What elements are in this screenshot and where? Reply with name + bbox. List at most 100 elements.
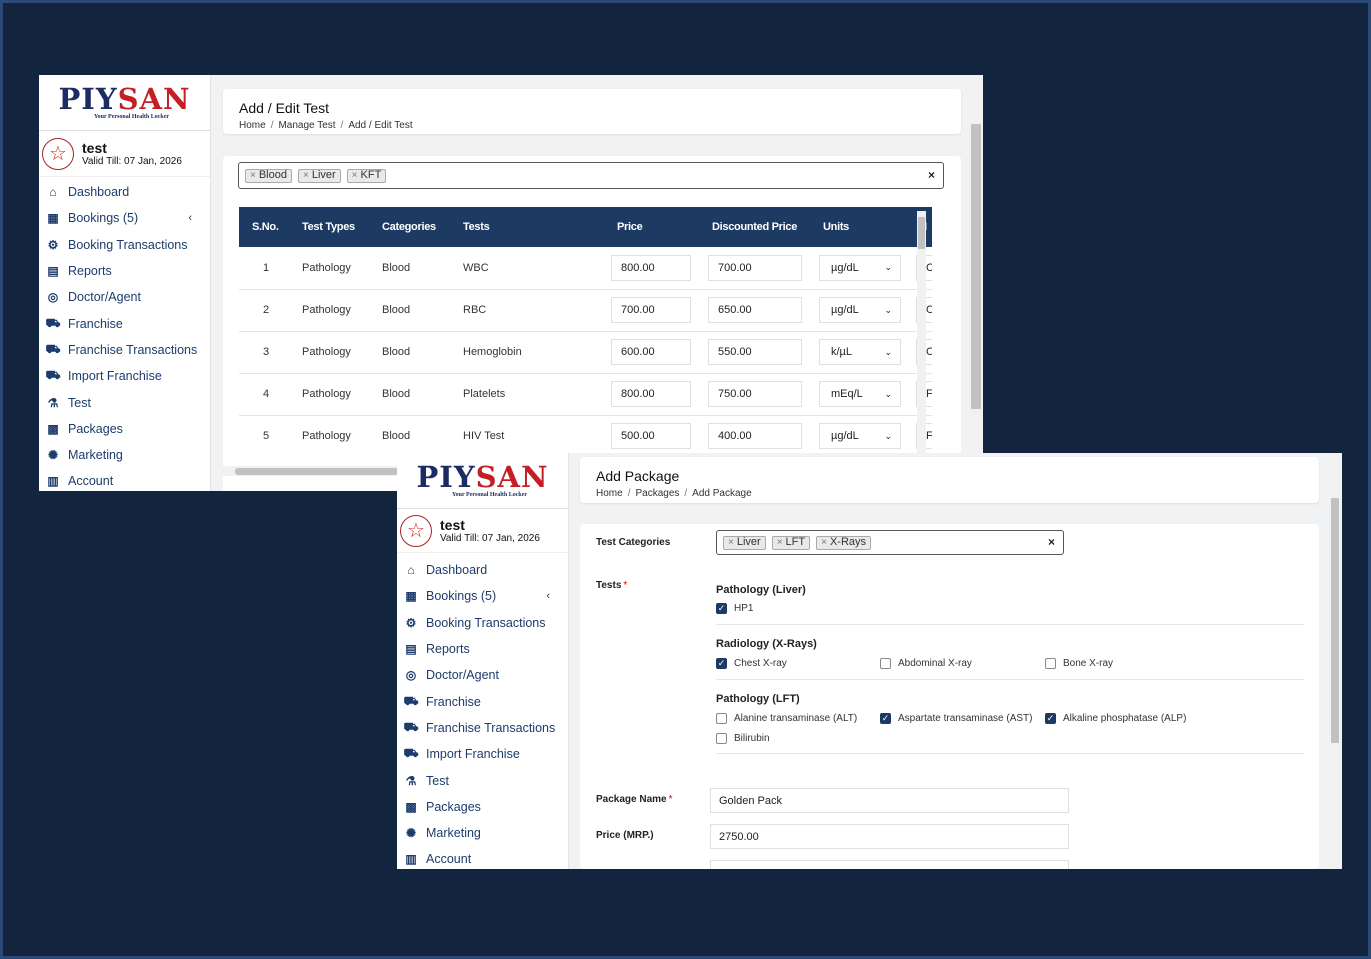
page-vertical-scrollbar[interactable]: [1330, 453, 1340, 869]
cell-test-type: Pathology: [302, 289, 382, 332]
sidebar-item-reports[interactable]: ▤ Reports: [397, 636, 568, 662]
marketing-icon: ✺: [47, 448, 59, 463]
table-row: 5 Pathology Blood HIV Test 500.00 400.00 µg/dL…: [239, 415, 932, 457]
remove-tag-icon[interactable]: ×: [728, 536, 734, 549]
col-price: Price: [611, 207, 708, 247]
unit-select[interactable]: k/µL ⌄: [819, 339, 901, 365]
category-tag[interactable]: × KFT: [346, 168, 387, 183]
sidebar-item-label: Doctor/Agent: [68, 290, 141, 305]
package-form-card: Test Categories × Liver × LFT × X-Rays × Te…: [580, 524, 1319, 869]
breadcrumb-home[interactable]: Home: [596, 488, 623, 499]
sidebar-item-dashboard[interactable]: ⌂ Dashboard: [39, 179, 210, 205]
sidebar-item-packages[interactable]: ▩ Packages: [397, 794, 568, 820]
table-row: 2 Pathology Blood RBC 700.00 650.00 µg/dL ⌄ C: [239, 289, 932, 332]
checkbox-ast[interactable]: ✓ Aspartate transaminase (AST): [880, 713, 1033, 724]
unit-select[interactable]: µg/dL ⌄: [819, 423, 901, 449]
clear-all-icon[interactable]: ×: [1048, 535, 1055, 549]
logo-tagline: Your Personal Health Locker: [451, 492, 528, 498]
sidebar-item-import-franchise[interactable]: ⛟ Import Franchise: [39, 363, 210, 389]
discounted-price-input[interactable]: 750.00: [708, 381, 802, 407]
sidebar-item-franchise[interactable]: ⛟ Franchise: [39, 310, 210, 336]
checkbox-checked-icon: ✓: [716, 603, 727, 614]
page-header: Add Package Home / Packages / Add Package: [580, 457, 1319, 503]
remove-tag-icon[interactable]: ×: [250, 169, 256, 182]
checkbox-chest-xray[interactable]: ✓ Chest X-ray: [716, 658, 787, 669]
col-test-types: Test Types: [302, 207, 382, 247]
category-tag[interactable]: × Liver: [723, 535, 766, 550]
remove-tag-icon[interactable]: ×: [777, 536, 783, 549]
checkbox-bilirubin[interactable]: Bilirubin: [716, 733, 770, 744]
price-input[interactable]: 2750.00: [710, 824, 1069, 849]
next-field-input[interactable]: [710, 860, 1069, 869]
logo-text-piy: PIY: [58, 82, 118, 116]
sidebar-item-franchise-transactions[interactable]: ⛟ Franchise Transactions: [39, 337, 210, 363]
test-table-card: × Blood × Liver × KFT × S.No. Test Types Ca…: [223, 156, 961, 491]
discounted-price-input[interactable]: 400.00: [708, 423, 802, 449]
cell-price: 500.00: [611, 415, 708, 457]
sidebar-item-bookings[interactable]: ▦ Bookings (5) ‹: [397, 583, 568, 609]
discounted-price-input[interactable]: 700.00: [708, 254, 802, 281]
discounted-price-input[interactable]: 550.00: [708, 339, 802, 365]
remove-tag-icon[interactable]: ×: [303, 169, 309, 182]
clear-all-icon[interactable]: ×: [928, 168, 935, 182]
price-input[interactable]: 600.00: [611, 339, 691, 365]
group-title-pathology-lft: Pathology (LFT): [716, 693, 800, 705]
sidebar-item-label: Account: [426, 852, 472, 867]
sidebar-item-packages[interactable]: ▩ Packages: [39, 416, 210, 442]
home-icon: ⌂: [49, 185, 57, 200]
price-input[interactable]: 500.00: [611, 423, 691, 449]
brand-logo[interactable]: PIYSAN Your Personal Health Locker: [39, 75, 210, 131]
sidebar-item-marketing[interactable]: ✺ Marketing: [397, 820, 568, 846]
discounted-price-input[interactable]: 650.00: [708, 297, 802, 323]
page-vertical-scrollbar[interactable]: [970, 89, 982, 491]
star-avatar-icon: ☆: [400, 514, 432, 547]
price-input[interactable]: 700.00: [611, 297, 691, 323]
breadcrumb-packages[interactable]: Packages: [635, 488, 679, 499]
checkbox-abdominal-xray[interactable]: Abdominal X-ray: [880, 658, 972, 669]
sidebar-item-account[interactable]: ▥ Account: [39, 468, 210, 491]
sidebar-item-bookings[interactable]: ▦ Bookings (5) ‹: [39, 205, 210, 231]
checkbox-alt[interactable]: Alanine transaminase (ALT): [716, 713, 857, 724]
unit-select[interactable]: mEq/L ⌄: [819, 381, 901, 407]
sidebar-item-franchise-transactions[interactable]: ⛟ Franchise Transactions: [397, 715, 568, 741]
cell-test-type: Pathology: [302, 247, 382, 290]
sidebar-item-reports[interactable]: ▤ Reports: [39, 258, 210, 284]
price-input[interactable]: 800.00: [611, 381, 691, 407]
cell-category: Blood: [382, 373, 463, 416]
category-multiselect[interactable]: × Blood × Liver × KFT ×: [238, 162, 944, 189]
breadcrumb-home[interactable]: Home: [239, 120, 266, 131]
category-tag[interactable]: × LFT: [771, 535, 811, 550]
cell-unit: µg/dL ⌄: [819, 289, 916, 332]
sidebar-item-booking-transactions[interactable]: ⚙ Booking Transactions: [397, 610, 568, 636]
checkbox-hp1[interactable]: ✓ HP1: [716, 603, 753, 614]
sidebar-item-test[interactable]: ⚗ Test: [397, 767, 568, 793]
sidebar-item-import-franchise[interactable]: ⛟ Import Franchise: [397, 741, 568, 767]
category-tag[interactable]: × X-Rays: [816, 535, 871, 550]
checkbox-bone-xray[interactable]: Bone X-ray: [1045, 658, 1113, 669]
brand-logo[interactable]: PIYSAN Your Personal Health Locker: [397, 453, 568, 509]
sidebar-item-dashboard[interactable]: ⌂ Dashboard: [397, 557, 568, 583]
sidebar-item-franchise[interactable]: ⛟ Franchise: [397, 688, 568, 714]
col-sno: S.No.: [239, 207, 302, 247]
unit-select[interactable]: µg/dL ⌄: [819, 297, 901, 323]
test-categories-multiselect[interactable]: × Liver × LFT × X-Rays ×: [716, 530, 1064, 555]
category-tag[interactable]: × Blood: [245, 168, 292, 183]
checkbox-alp[interactable]: ✓ Alkaline phosphatase (ALP): [1045, 713, 1186, 724]
breadcrumb-manage-test[interactable]: Manage Test: [278, 120, 335, 131]
category-tag[interactable]: × Liver: [297, 168, 341, 183]
table-vertical-scrollbar[interactable]: [917, 211, 926, 456]
sidebar-item-doctor-agent[interactable]: ◎ Doctor/Agent: [39, 284, 210, 310]
sidebar-item-test[interactable]: ⚗ Test: [39, 389, 210, 415]
sidebar-item-doctor-agent[interactable]: ◎ Doctor/Agent: [397, 662, 568, 688]
price-input[interactable]: 800.00: [611, 254, 691, 281]
table-horizontal-scrollbar[interactable]: [223, 466, 403, 476]
cell-test: HIV Test: [463, 415, 611, 457]
package-name-input[interactable]: Golden Pack: [710, 788, 1069, 813]
sidebar-item-label: Packages: [426, 799, 481, 814]
remove-tag-icon[interactable]: ×: [821, 536, 827, 549]
sidebar-item-marketing[interactable]: ✺ Marketing: [39, 442, 210, 468]
unit-select[interactable]: µg/dL ⌄: [819, 254, 901, 281]
sidebar-item-account[interactable]: ▥ Account: [397, 846, 568, 869]
remove-tag-icon[interactable]: ×: [352, 169, 358, 182]
sidebar-item-booking-transactions[interactable]: ⚙ Booking Transactions: [39, 232, 210, 258]
